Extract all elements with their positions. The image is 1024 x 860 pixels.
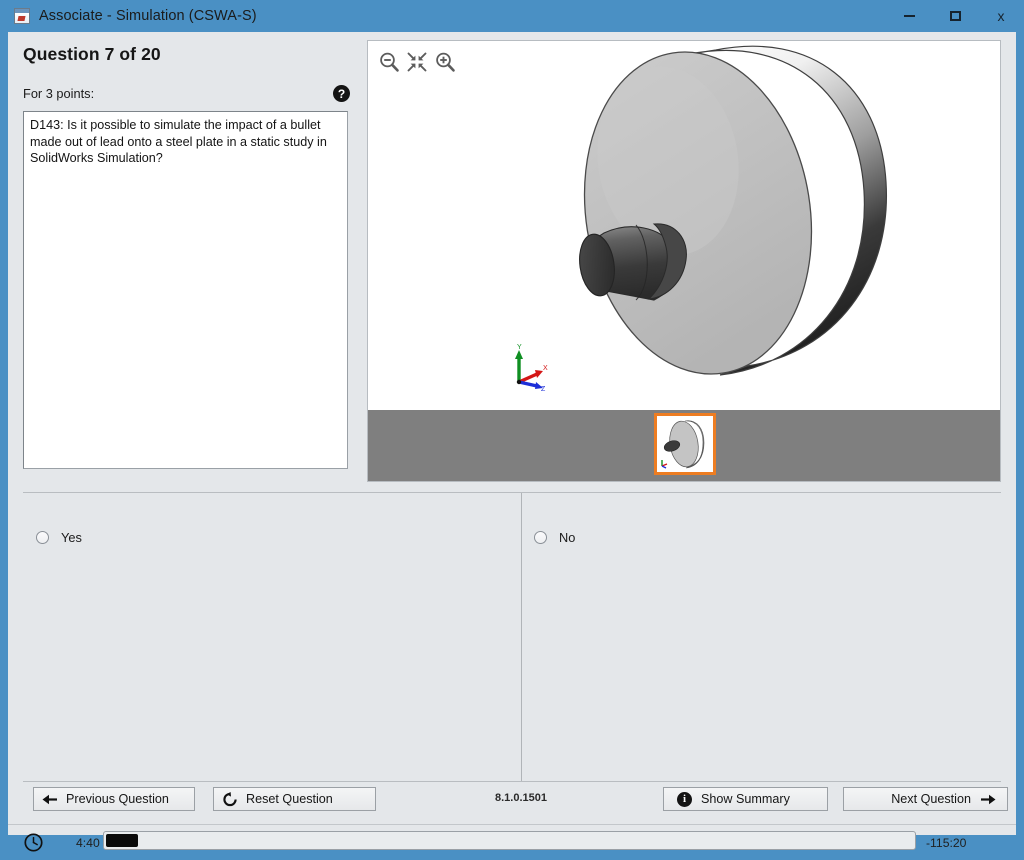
zoom-out-icon — [380, 52, 399, 72]
model-graphic — [579, 45, 888, 376]
zoom-in-icon — [436, 52, 455, 72]
thumbnail-strip — [368, 410, 1000, 481]
help-icon[interactable]: ? — [333, 85, 350, 102]
app-icon — [14, 8, 30, 24]
next-question-label: Next Question — [891, 792, 971, 806]
model-viewport[interactable]: Y X Z — [367, 40, 1001, 482]
info-icon: i — [677, 791, 692, 807]
arrow-right-icon — [981, 794, 996, 804]
title-bar: Associate - Simulation (CSWA-S) x — [0, 0, 1024, 32]
minimize-button[interactable] — [886, 0, 932, 32]
reset-question-button[interactable]: Reset Question — [213, 787, 376, 811]
zoom-to-fit-button[interactable] — [404, 49, 430, 75]
arrow-left-icon — [42, 794, 57, 804]
zoom-in-button[interactable] — [432, 49, 458, 75]
show-summary-label: Show Summary — [701, 792, 790, 806]
triad-x-label: X — [543, 365, 548, 372]
remaining-time: -115:20 — [926, 836, 967, 850]
time-progress-bar[interactable] — [103, 831, 916, 850]
triad-z-label: Z — [541, 386, 546, 392]
answers-vertical-divider — [521, 493, 522, 782]
answer-option-yes[interactable]: Yes — [36, 530, 82, 545]
version-label: 8.1.0.1501 — [495, 792, 547, 804]
thumbnail-item[interactable] — [654, 413, 716, 475]
reset-icon — [223, 791, 237, 806]
question-panel: Question 7 of 20 For 3 points: ? D143: I… — [23, 44, 363, 469]
close-button[interactable]: x — [978, 0, 1024, 32]
show-summary-button[interactable]: i Show Summary — [663, 787, 828, 811]
minimize-icon — [903, 15, 915, 17]
previous-question-button[interactable]: Previous Question — [33, 787, 195, 811]
next-question-button[interactable]: Next Question — [843, 787, 1008, 811]
maximize-icon — [949, 11, 961, 21]
triad-y-label: Y — [517, 344, 522, 351]
radio-button-no[interactable] — [534, 531, 547, 544]
radio-button-yes[interactable] — [36, 531, 49, 544]
thumbnail-preview — [661, 420, 705, 469]
status-bar: 4:40 -115:20 — [8, 824, 1016, 860]
page-title: Question 7 of 20 — [23, 44, 161, 64]
answer-option-no[interactable]: No — [534, 530, 575, 545]
client-area: Question 7 of 20 For 3 points: ? D143: I… — [8, 32, 1016, 852]
viewport-toolbar — [376, 49, 458, 75]
previous-question-label: Previous Question — [66, 792, 169, 806]
reset-question-label: Reset Question — [246, 792, 333, 806]
points-row: For 3 points: ? — [23, 85, 353, 102]
close-icon: x — [997, 8, 1005, 24]
viewport-canvas[interactable]: Y X Z — [368, 41, 1000, 409]
time-progress-fill — [106, 834, 139, 847]
zoom-out-button[interactable] — [376, 49, 402, 75]
window-controls: x — [886, 0, 1024, 32]
maximize-button[interactable] — [932, 0, 978, 32]
elapsed-time: 4:40 — [76, 836, 100, 850]
answers-bottom-divider — [23, 781, 1001, 782]
answers-top-divider — [23, 492, 1001, 493]
coordinate-triad: Y X Z — [515, 344, 548, 392]
question-text: D143: Is it possible to simulate the imp… — [23, 111, 348, 469]
answer-label-yes: Yes — [61, 530, 82, 545]
zoom-to-fit-icon — [407, 52, 427, 72]
answer-area: Yes No — [23, 492, 1001, 782]
points-label: For 3 points: — [23, 86, 95, 101]
answer-label-no: No — [559, 530, 576, 545]
navigation-bar: Previous Question Reset Question 8.1.0.1… — [23, 787, 1008, 817]
application-window: Associate - Simulation (CSWA-S) x Questi… — [0, 0, 1024, 852]
window-title: Associate - Simulation (CSWA-S) — [39, 8, 257, 24]
